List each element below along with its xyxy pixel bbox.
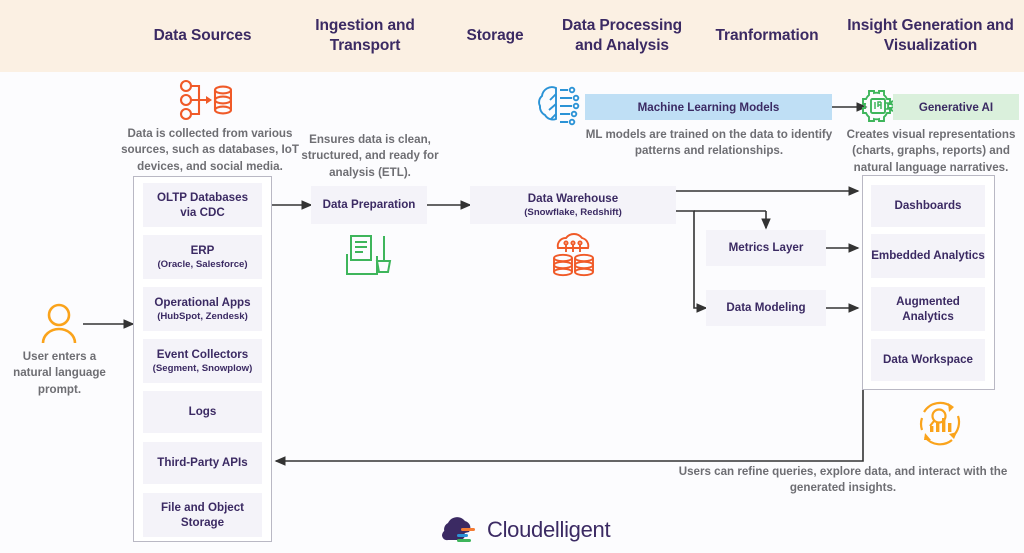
node-oltp-databases[interactable]: OLTP Databases via CDC (143, 183, 262, 227)
node-title: Third-Party APIs (157, 456, 248, 470)
banner-machine-learning-models[interactable]: Machine Learning Models (585, 94, 832, 120)
node-data-preparation[interactable]: Data Preparation (311, 186, 427, 224)
header-label: Tranformation (715, 27, 819, 45)
node-third-party-apis[interactable]: Third-Party APIs (143, 442, 262, 484)
node-data-modeling[interactable]: Data Modeling (706, 290, 826, 326)
node-title: Data Preparation (322, 198, 416, 212)
header-bar: Data Sources Ingestion and Transport Sto… (0, 0, 1024, 72)
caption-data-sources: Data is collected from various sources, … (121, 127, 299, 173)
header-col-insight: Insight Generation and Visualization (843, 0, 1018, 72)
header-col-storage: Storage (440, 0, 550, 72)
node-file-object-storage[interactable]: File and Object Storage (143, 493, 262, 537)
node-subtitle: (Snowflake, Redshift) (524, 206, 622, 218)
node-title: Event Collectors (156, 347, 249, 361)
caption-user: User enters a natural language prompt. (13, 350, 106, 396)
node-title: Embedded Analytics (871, 249, 985, 263)
header-col-processing: Data Processing and Analysis (552, 0, 692, 72)
banner-label: Machine Learning Models (637, 100, 780, 114)
node-subtitle: via CDC (180, 206, 225, 219)
header-label: Data Sources (153, 27, 252, 45)
node-augmented-analytics[interactable]: Augmented Analytics (871, 287, 985, 331)
node-embedded-analytics[interactable]: Embedded Analytics (871, 234, 985, 278)
caption-genai: Creates visual representations (charts, … (846, 128, 1016, 174)
header-col-data-sources: Data Sources (120, 0, 285, 72)
data-collection-icon (178, 78, 233, 127)
arrow-insight-feedback-to-apis (274, 390, 864, 466)
banner-generative-ai[interactable]: Generative AI (893, 94, 1019, 120)
cloudelligent-cloud-icon (441, 517, 475, 542)
brand-name: Cloudelligent (487, 517, 611, 542)
user-icon (40, 303, 78, 350)
header-label: Storage (466, 27, 524, 45)
brand-logo: Cloudelligent (437, 515, 611, 545)
header-label: Insight Generation and Visualization (847, 17, 1014, 54)
data-cleaning-icon (344, 234, 392, 283)
node-title: Data Modeling (726, 301, 806, 315)
node-title: File and Object Storage (160, 500, 245, 529)
node-subtitle: (HubSpot, Zendesk) (157, 310, 248, 322)
node-subtitle: (Oracle, Salesforce) (157, 258, 248, 270)
cloud-warehouse-icon (548, 232, 598, 285)
node-erp[interactable]: ERP (Oracle, Salesforce) (143, 235, 262, 279)
header-label: Data Processing and Analysis (562, 17, 682, 54)
caption-feedback: Users can refine queries, explore data, … (678, 465, 1008, 495)
node-title: Operational Apps (154, 295, 251, 309)
node-metrics-layer[interactable]: Metrics Layer (706, 230, 826, 266)
arrow-warehouse-to-modeling (676, 210, 708, 313)
node-title: Dashboards (894, 199, 962, 213)
node-subtitle: (Segment, Snowplow) (152, 362, 253, 374)
banner-label: Generative AI (918, 100, 994, 114)
caption-ingestion: Ensures data is clean, structured, and r… (301, 133, 439, 179)
node-event-collectors[interactable]: Event Collectors (Segment, Snowplow) (143, 339, 262, 383)
node-title: OLTP Databases (156, 190, 249, 204)
node-data-workspace[interactable]: Data Workspace (871, 339, 985, 381)
node-logs[interactable]: Logs (143, 391, 262, 433)
node-dashboards[interactable]: Dashboards (871, 185, 985, 227)
header-col-ingestion: Ingestion and Transport (295, 0, 435, 72)
caption-ml: ML models are trained on the data to ide… (585, 128, 833, 158)
node-data-warehouse[interactable]: Data Warehouse (Snowflake, Redshift) (470, 186, 676, 224)
header-label: Ingestion and Transport (315, 17, 415, 54)
node-title: Logs (188, 405, 217, 419)
node-title: Metrics Layer (728, 241, 804, 255)
node-title: Augmented Analytics (896, 294, 960, 323)
diagram-canvas: Data Sources Ingestion and Transport Sto… (0, 0, 1024, 553)
node-title: Data Warehouse (527, 191, 619, 205)
refine-insights-icon (914, 396, 966, 453)
node-title: ERP (190, 243, 215, 257)
header-col-transformation: Tranformation (697, 0, 837, 72)
node-title: Data Workspace (883, 353, 973, 367)
node-operational-apps[interactable]: Operational Apps (HubSpot, Zendesk) (143, 287, 262, 331)
